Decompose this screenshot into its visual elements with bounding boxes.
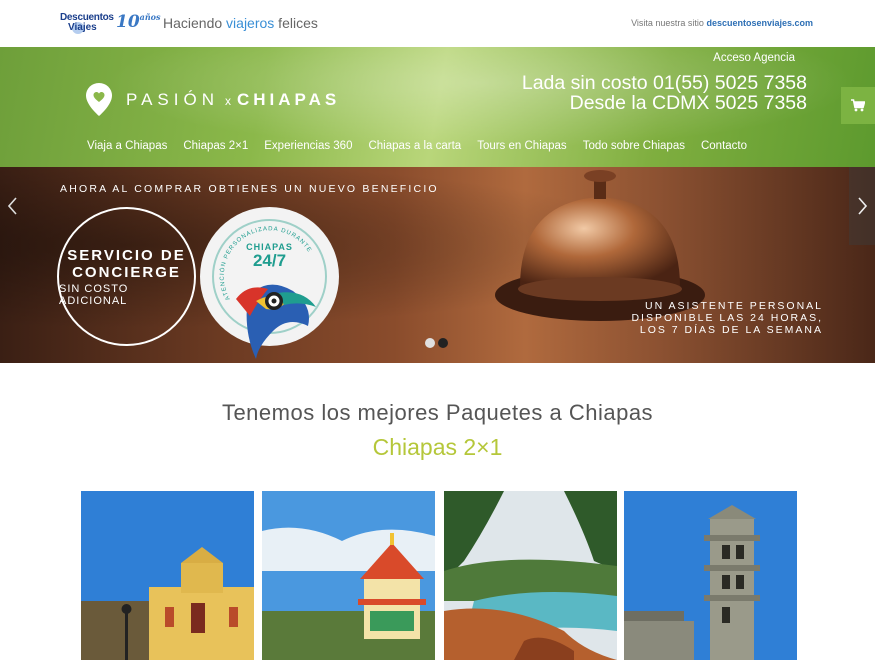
- package-card-2[interactable]: [262, 491, 435, 660]
- slider-dot-1[interactable]: [425, 338, 435, 348]
- macaw-icon: [236, 284, 316, 359]
- nav-item-chiapas-2x1[interactable]: Chiapas 2×1: [183, 140, 248, 152]
- concierge-line3: SIN COSTO ADICIONAL: [59, 282, 129, 307]
- kiosk-photo: [262, 491, 435, 660]
- visit-label: Visita nuestra sitio: [631, 18, 704, 28]
- phone-cdmx: Desde la CDMX 5025 7358: [569, 92, 807, 114]
- concierge-line2: CONCIERGE: [72, 263, 181, 281]
- nav-item-todo-sobre-chiapas[interactable]: Todo sobre Chiapas: [583, 140, 685, 152]
- phone-toll-free: Lada sin costo 01(55) 5025 7358: [521, 72, 807, 94]
- brand-text: PASIÓN x CHIAPAS: [126, 90, 340, 110]
- brand-right: CHIAPAS: [236, 89, 341, 109]
- anniversary-badge: 10años: [116, 12, 161, 32]
- nav-item-experiencias-360[interactable]: Experiencias 360: [264, 140, 352, 152]
- waterfalls-photo: [444, 491, 617, 660]
- chevron-left-icon: [8, 197, 17, 215]
- top-bar: Descuentos Viajes 10años Haciendo viajer…: [0, 0, 875, 47]
- tagline-pre: Haciendo: [163, 15, 227, 31]
- section-heading: Tenemos los mejores Paquetes a Chiapas: [221, 400, 654, 425]
- slider-dot-2[interactable]: [438, 338, 448, 348]
- nav-item-viaja-a-chiapas[interactable]: Viaja a Chiapas: [87, 140, 167, 152]
- concierge-badge: SERVICIO DE CONCIERGE SIN COSTO ADICIONA…: [57, 207, 196, 346]
- badge-247: 24/7: [252, 251, 287, 270]
- assistant-line2: DISPONIBLE LAS 24 HORAS,: [631, 312, 823, 324]
- package-card-1[interactable]: [81, 491, 254, 660]
- palenque-tower-photo: [624, 491, 797, 660]
- tagline-highlight: viajeros: [226, 15, 275, 31]
- anniversary-suffix: años: [139, 12, 161, 22]
- main-nav: Viaja a Chiapas Chiapas 2×1 Experiencias…: [87, 140, 763, 152]
- acceso-agencia-link[interactable]: Acceso Agencia: [713, 52, 795, 64]
- assistant-line3: LOS 7 DÍAS DE LA SEMANA: [639, 324, 823, 336]
- site-header: Acceso Agencia PASIÓN x CHIAPAS Lada sin c…: [0, 47, 875, 167]
- assistant-caption: UN ASISTENTE PERSONAL DISPONIBLE LAS 24 …: [631, 300, 823, 336]
- slider-prev-button[interactable]: [0, 167, 26, 245]
- logo-text-line2: Viajes: [68, 22, 97, 33]
- slide-caption: AHORA AL COMPRAR OBTIENES UN NUEVO BENEF…: [60, 183, 439, 195]
- nav-item-chiapas-a-la-carta[interactable]: Chiapas a la carta: [368, 140, 461, 152]
- package-card-3[interactable]: [444, 491, 617, 660]
- brand-left: PASIÓN: [126, 89, 219, 109]
- phone-numbers: Lada sin costo 01(55) 5025 7358 Desde la…: [522, 73, 807, 113]
- descuentos-viajes-logo[interactable]: Descuentos Viajes 10años: [60, 12, 161, 36]
- pasion-chiapas-logo[interactable]: PASIÓN x CHIAPAS: [86, 83, 340, 116]
- visit-site: Visita nuestra sitio descuentosenviajes.…: [631, 18, 813, 28]
- shopping-cart-icon: [851, 99, 865, 112]
- brand-x: x: [224, 93, 231, 108]
- chevron-right-icon: [858, 197, 867, 215]
- hero-slider[interactable]: AHORA AL COMPRAR OBTIENES UN NUEVO BENEF…: [0, 167, 875, 363]
- chiapas-24-7-badge: ATENCIÓN PERSONALIZADA DURANTE TU VIAJE …: [200, 207, 339, 359]
- section-subheading[interactable]: Chiapas 2×1: [0, 434, 875, 461]
- assistant-line1: UN ASISTENTE PERSONAL: [645, 300, 823, 312]
- nav-item-tours-en-chiapas[interactable]: Tours en Chiapas: [477, 140, 567, 152]
- package-card-4[interactable]: [624, 491, 797, 660]
- map-pin-icon: [86, 83, 112, 116]
- concierge-line1: SERVICIO DE: [67, 246, 186, 264]
- tagline-post: felices: [274, 15, 318, 31]
- visit-site-link[interactable]: descuentosenviajes.com: [706, 18, 813, 28]
- cathedral-photo: [81, 491, 254, 660]
- slider-next-button[interactable]: [849, 167, 875, 245]
- slider-dots: [425, 338, 448, 348]
- nav-item-contacto[interactable]: Contacto: [701, 140, 747, 152]
- tagline: Haciendo viajeros felices: [163, 15, 318, 31]
- anniversary-number: 10: [116, 12, 140, 32]
- cart-button[interactable]: [841, 87, 875, 124]
